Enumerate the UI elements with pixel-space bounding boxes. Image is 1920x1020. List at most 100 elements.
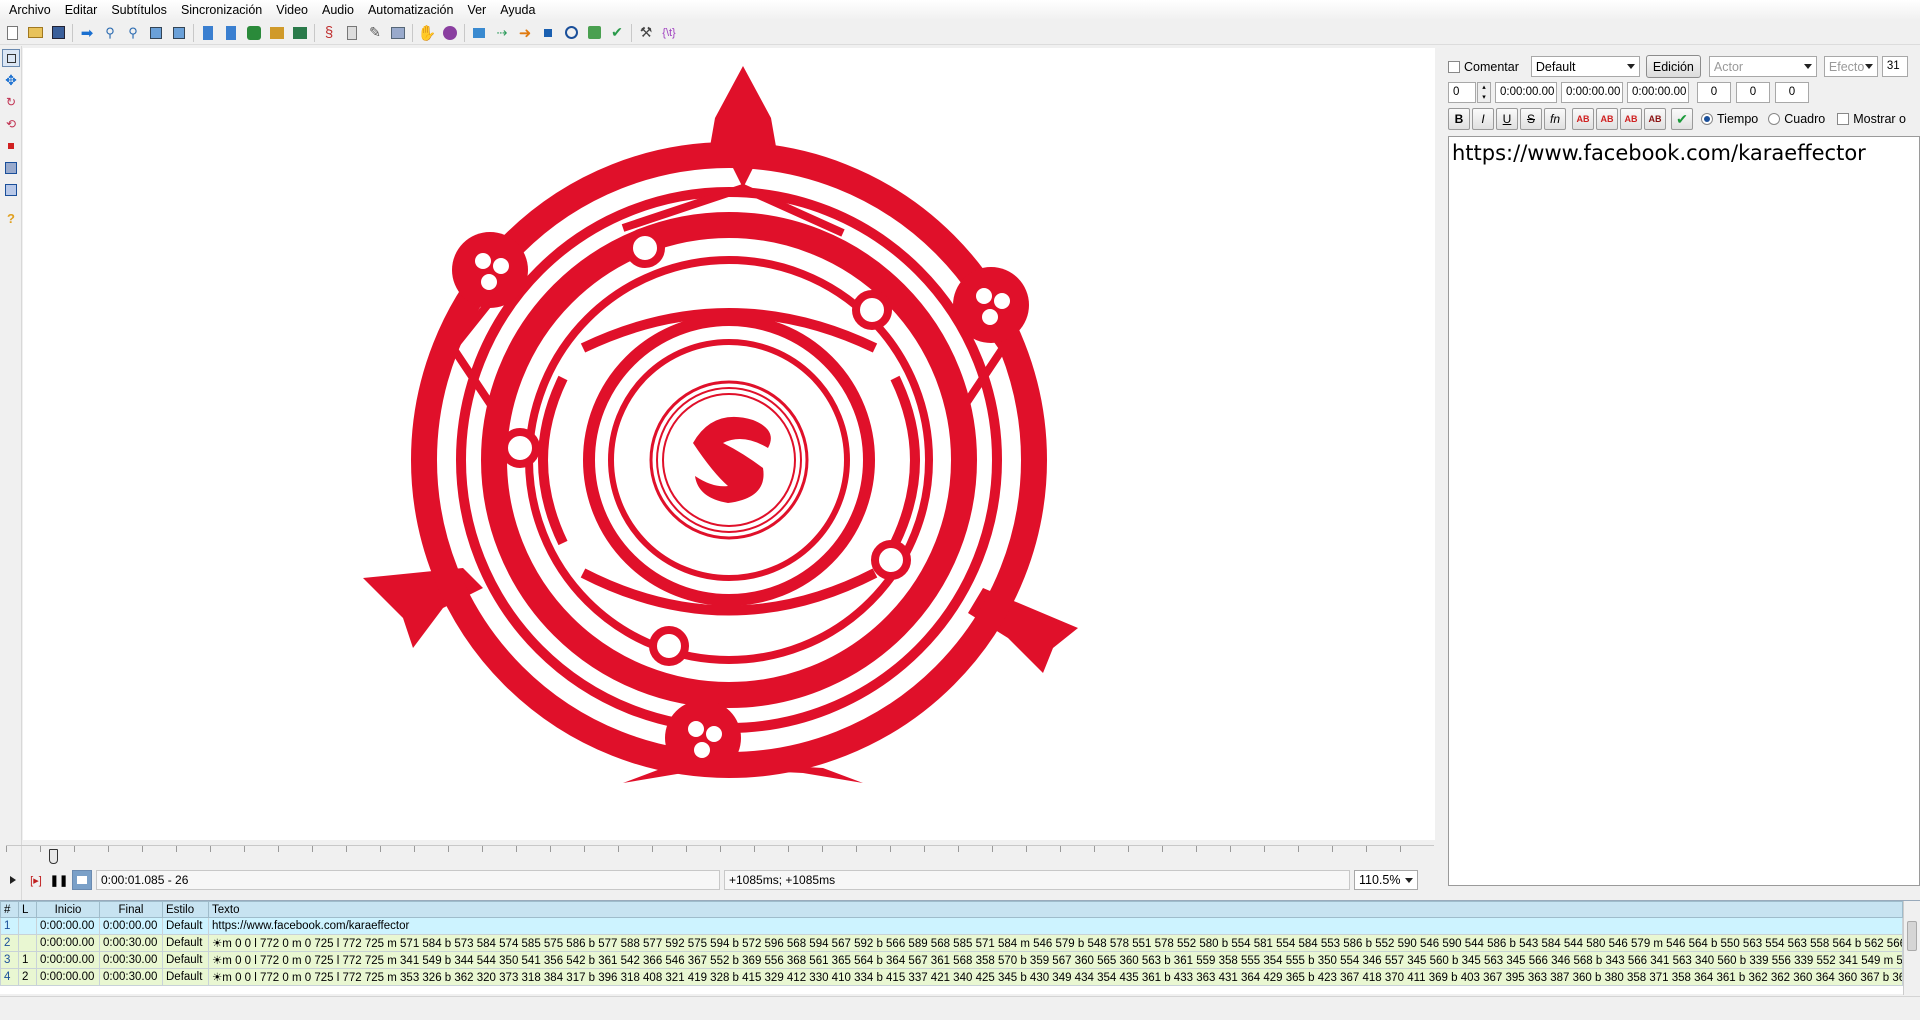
menu-sincronizacion[interactable]: Sincronización: [174, 0, 269, 20]
styles-manager-icon[interactable]: [198, 23, 218, 43]
play-icon[interactable]: [3, 870, 23, 890]
rotate-z-tool-icon[interactable]: ↻: [2, 93, 20, 111]
zoom-in-icon[interactable]: ⚲: [100, 23, 120, 43]
row-end: 0:00:30.00: [99, 968, 163, 986]
show-original-checkbox[interactable]: [1837, 113, 1850, 125]
autoscroll-toggle-icon[interactable]: [72, 870, 92, 890]
menu-ayuda[interactable]: Ayuda: [493, 0, 542, 20]
menu-video[interactable]: Video: [269, 0, 315, 20]
subtitle-text-editor[interactable]: https://www.facebook.com/karaeffector: [1448, 136, 1920, 886]
menu-subtitulos[interactable]: Subtítulos: [104, 0, 174, 20]
shift-times-icon[interactable]: [584, 23, 604, 43]
resample-icon[interactable]: [267, 23, 287, 43]
timing-icon[interactable]: §: [319, 23, 339, 43]
video-display[interactable]: [23, 48, 1435, 840]
commit-check-icon[interactable]: ✔: [1671, 108, 1693, 130]
duration-field[interactable]: 0:00:00.00: [1627, 82, 1689, 103]
tools-icon[interactable]: ⚒: [636, 23, 656, 43]
margin-right-field[interactable]: 0: [1736, 82, 1770, 103]
translation-icon[interactable]: ✎: [365, 23, 385, 43]
clock-icon[interactable]: [561, 23, 581, 43]
font-button[interactable]: fn: [1544, 108, 1566, 130]
primary-color-button[interactable]: AB: [1572, 108, 1594, 130]
effect-combo[interactable]: Efecto: [1823, 56, 1878, 77]
previous-line-icon[interactable]: ⇢: [492, 23, 512, 43]
outline-color-button[interactable]: AB: [1620, 108, 1642, 130]
seek-ticks: [6, 846, 1434, 852]
column-header-style[interactable]: Estilo: [162, 901, 209, 918]
start-time-field[interactable]: 0:00:00.00: [1495, 82, 1557, 103]
column-header-number[interactable]: #: [0, 901, 19, 918]
italic-button[interactable]: I: [1472, 108, 1494, 130]
rotate-xy-tool-icon[interactable]: ⟲: [2, 115, 20, 133]
status-bar: [0, 996, 1920, 1020]
new-file-icon[interactable]: [2, 23, 22, 43]
zoom-out-icon[interactable]: ⚲: [123, 23, 143, 43]
table-row[interactable]: 2 0:00:00.00 0:00:30.00 Default ☀m 0 0 l…: [0, 934, 1903, 952]
fonts-collector-icon[interactable]: [244, 23, 264, 43]
automation-icon[interactable]: ✋: [417, 23, 437, 43]
snap-end-icon[interactable]: [169, 23, 189, 43]
drag-tool-icon[interactable]: ✥: [2, 71, 20, 89]
standard-tool-icon[interactable]: [2, 49, 20, 67]
grid-scroll-thumb[interactable]: [1907, 921, 1917, 951]
margin-left-field[interactable]: 0: [1697, 82, 1731, 103]
help-icon[interactable]: ?: [2, 209, 20, 227]
menu-bar: Archivo Editar Subtítulos Sincronización…: [0, 0, 1920, 20]
margin-vertical-field[interactable]: 0: [1775, 82, 1809, 103]
row-number: 3: [0, 951, 19, 969]
tag-icon[interactable]: {\t}: [659, 23, 679, 43]
jump-to-icon[interactable]: ➡: [77, 23, 97, 43]
actor-combo[interactable]: Actor: [1708, 56, 1817, 77]
subtitle-grid[interactable]: # L Inicio Final Estilo Texto 1 0:00:00.…: [0, 900, 1920, 995]
column-header-start[interactable]: Inicio: [36, 901, 100, 918]
assdraw-icon[interactable]: [440, 23, 460, 43]
underline-button[interactable]: U: [1496, 108, 1518, 130]
kanji-timer-icon[interactable]: [342, 23, 362, 43]
stop-icon[interactable]: [538, 23, 558, 43]
grid-scrollbar[interactable]: [1903, 901, 1920, 995]
menu-archivo[interactable]: Archivo: [2, 0, 58, 20]
seek-thumb[interactable]: [48, 849, 58, 864]
column-header-end[interactable]: Final: [99, 901, 163, 918]
table-row[interactable]: 4 2 0:00:00.00 0:00:30.00 Default ☀m 0 0…: [0, 968, 1903, 986]
column-header-layer[interactable]: L: [18, 901, 37, 918]
strikeout-button[interactable]: S: [1520, 108, 1542, 130]
pause-icon[interactable]: ❚❚: [49, 870, 69, 890]
end-time-field[interactable]: 0:00:00.00: [1561, 82, 1623, 103]
video-time-display[interactable]: 0:00:01.085 - 26: [96, 870, 720, 890]
export-icon[interactable]: [290, 23, 310, 43]
layer-spin-field[interactable]: 0: [1448, 82, 1476, 103]
properties-icon[interactable]: [221, 23, 241, 43]
snap-keyframe-icon[interactable]: [469, 23, 489, 43]
bold-button[interactable]: B: [1448, 108, 1470, 130]
video-seek-bar[interactable]: [4, 843, 1434, 865]
style-edit-button[interactable]: Edición: [1645, 55, 1701, 78]
row-layer: [18, 934, 37, 952]
layer-spin-buttons[interactable]: ▴ ▾: [1477, 82, 1491, 103]
zoom-combo[interactable]: 110.5%: [1354, 870, 1418, 890]
menu-ver[interactable]: Ver: [460, 0, 493, 20]
snap-start-icon[interactable]: [146, 23, 166, 43]
table-row[interactable]: 1 0:00:00.00 0:00:00.00 Default https://…: [0, 917, 1903, 935]
frame-radio[interactable]: [1768, 113, 1781, 125]
scale-tool-icon[interactable]: [2, 137, 20, 155]
comment-checkbox[interactable]: [1448, 60, 1460, 73]
menu-audio[interactable]: Audio: [315, 0, 361, 20]
play-line-icon[interactable]: [▸]: [26, 870, 46, 890]
secondary-color-button[interactable]: AB: [1596, 108, 1618, 130]
check-icon[interactable]: ✔: [607, 23, 627, 43]
shadow-color-button[interactable]: AB: [1644, 108, 1666, 130]
next-line-icon[interactable]: ➜: [515, 23, 535, 43]
column-header-text[interactable]: Texto: [208, 901, 1903, 918]
table-row[interactable]: 3 1 0:00:00.00 0:00:30.00 Default ☀m 0 0…: [0, 951, 1903, 969]
time-radio[interactable]: [1701, 113, 1713, 125]
vector-clip-tool-icon[interactable]: [2, 181, 20, 199]
spell-check-icon[interactable]: [388, 23, 408, 43]
style-combo[interactable]: Default: [1530, 56, 1640, 77]
save-icon[interactable]: [48, 23, 68, 43]
open-folder-icon[interactable]: [25, 23, 45, 43]
clip-tool-icon[interactable]: [2, 159, 20, 177]
menu-automatizacion[interactable]: Automatización: [361, 0, 460, 20]
menu-editar[interactable]: Editar: [58, 0, 105, 20]
